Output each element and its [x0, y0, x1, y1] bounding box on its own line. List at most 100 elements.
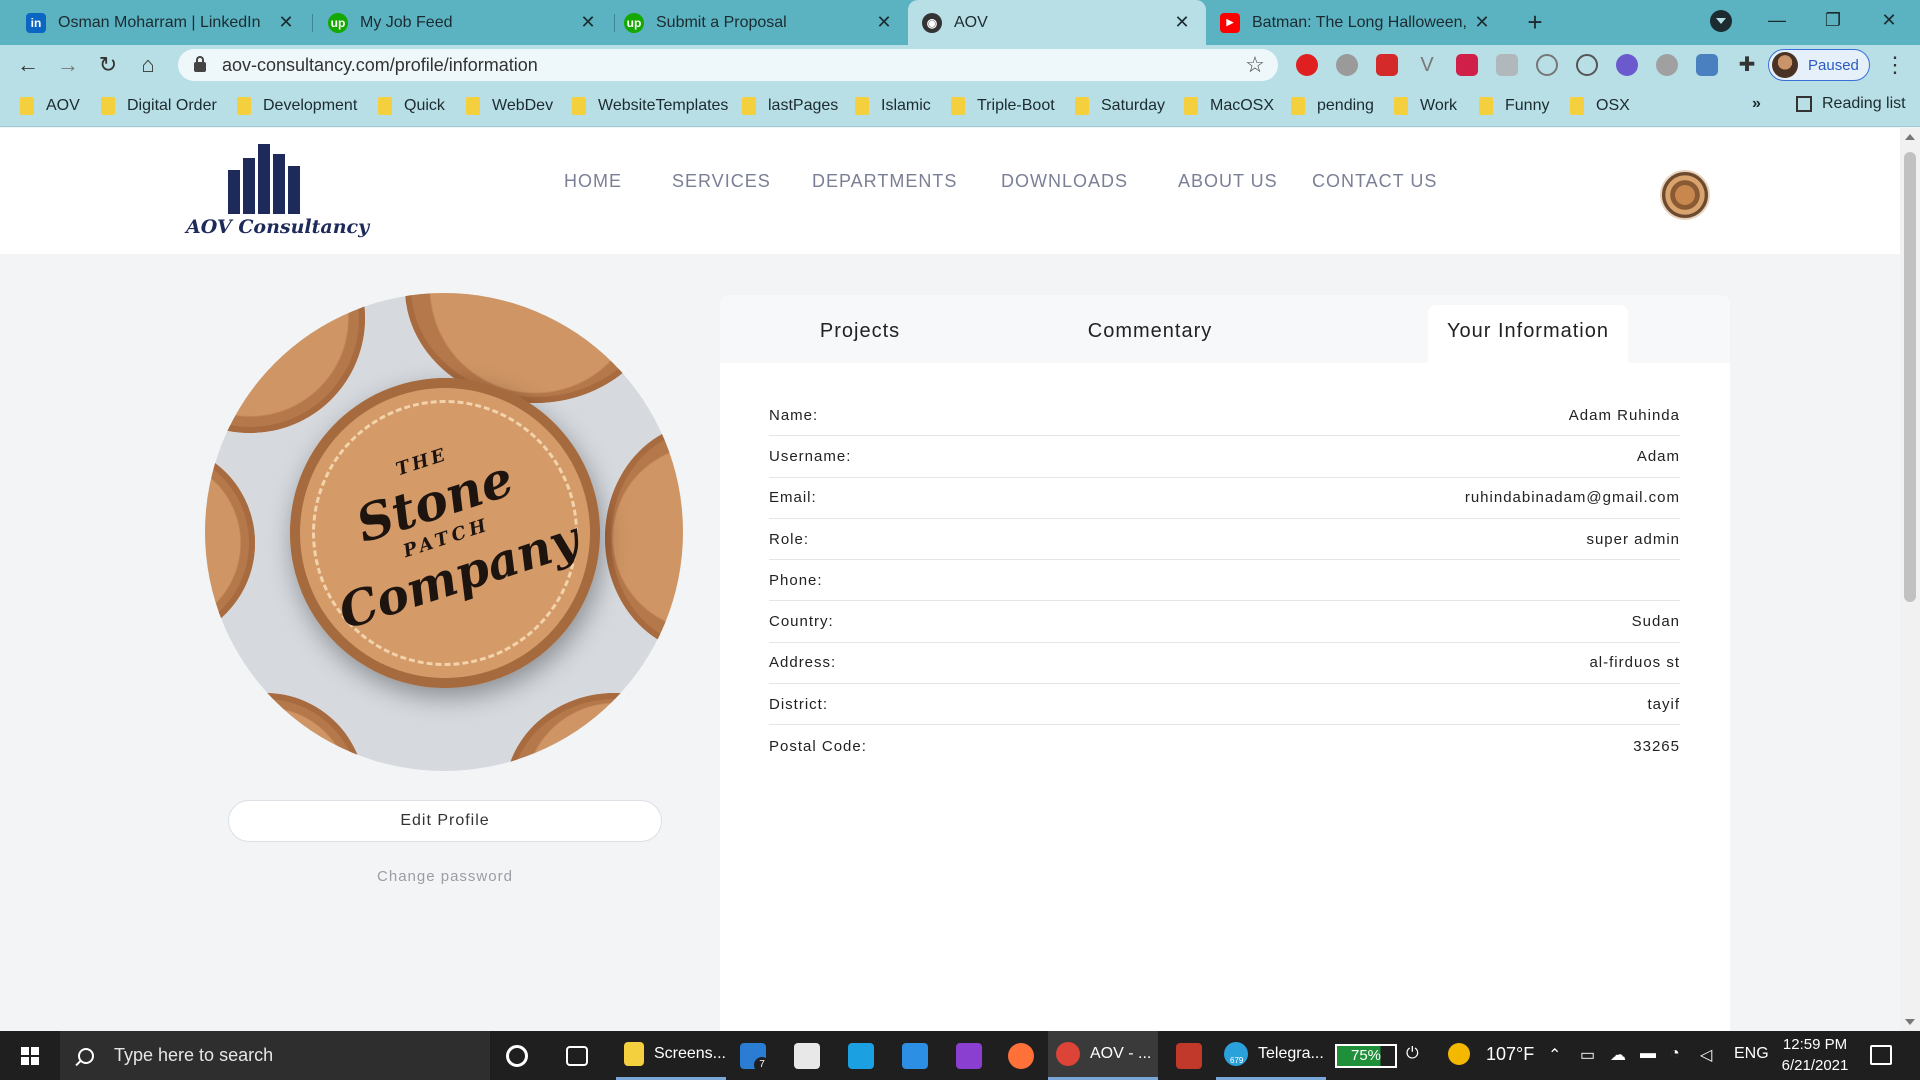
folder-icon [1570, 97, 1584, 115]
more-bookmarks-button[interactable]: » [1752, 95, 1761, 113]
start-button[interactable] [0, 1031, 60, 1080]
language-indicator[interactable]: ENG [1734, 1045, 1769, 1063]
close-icon[interactable]: ✕ [578, 12, 598, 33]
cortana-icon[interactable] [506, 1045, 528, 1067]
tab-your-information[interactable]: Your Information [1428, 305, 1628, 363]
bookmark-folder[interactable]: AOV [20, 95, 80, 117]
taskbar-app-label: Screens... [653, 1045, 726, 1062]
bookmark-folder[interactable]: Funny [1479, 95, 1549, 117]
cloud-icon[interactable]: ☁ [1610, 1045, 1626, 1065]
tab-linkedin[interactable]: in Osman Moharram | LinkedIn ✕ [12, 0, 310, 45]
restore-button[interactable]: ❐ [1810, 0, 1856, 40]
tab-search-icon[interactable] [1710, 10, 1732, 32]
bookmark-folder[interactable]: Islamic [855, 95, 931, 117]
tab-projects[interactable]: Projects [780, 305, 940, 363]
globe-extension-icon[interactable] [1656, 54, 1678, 76]
close-icon[interactable]: ✕ [1472, 12, 1492, 33]
bookmark-folder[interactable]: OSX [1570, 95, 1630, 117]
scroll-down-icon[interactable] [1905, 1019, 1915, 1025]
bookmark-folder[interactable]: Development [237, 95, 357, 117]
weather-widget[interactable]: 107°F [1448, 1043, 1534, 1065]
v-extension-icon[interactable]: V [1416, 54, 1438, 76]
bookmark-folder[interactable]: WebsiteTemplates [572, 95, 728, 117]
info-row-address: Address: al-firduos st [769, 643, 1680, 685]
page-scrollbar[interactable] [1900, 128, 1920, 1031]
nav-downloads[interactable]: DOWNLOADS [1001, 171, 1128, 192]
store-icon[interactable] [794, 1043, 820, 1069]
change-password-link[interactable]: Change password [228, 868, 662, 885]
forward-button[interactable]: → [54, 51, 82, 79]
eye-extension-icon[interactable] [1616, 54, 1638, 76]
vscode-icon[interactable] [902, 1043, 928, 1069]
gear-extension-icon[interactable] [1336, 54, 1358, 76]
phpstorm-icon[interactable] [956, 1043, 982, 1069]
temperature: 107°F [1486, 1043, 1535, 1064]
notification-icon[interactable] [1870, 1045, 1892, 1065]
tab-my-job-feed[interactable]: up My Job Feed ✕ [314, 0, 612, 45]
url-text[interactable]: aov-consultancy.com/profile/information [222, 55, 1240, 76]
nav-home[interactable]: HOME [564, 171, 622, 192]
opera-extension-icon[interactable] [1296, 54, 1318, 76]
mail-icon[interactable]: 7 [740, 1043, 770, 1073]
taskbar-search[interactable]: Type here to search [60, 1031, 490, 1080]
nav-services[interactable]: SERVICES [672, 171, 771, 192]
close-icon[interactable]: ✕ [1172, 12, 1192, 33]
tab-aov[interactable]: ◉ AOV ✕ [908, 0, 1206, 45]
h-extension-icon[interactable] [1536, 54, 1558, 76]
close-icon[interactable]: ✕ [874, 12, 894, 33]
profile-button[interactable]: Paused [1768, 49, 1870, 81]
lock-icon[interactable] [194, 56, 206, 72]
taskbar-app-explorer[interactable]: Screens... [616, 1031, 726, 1080]
nav-contact-us[interactable]: CONTACT US [1312, 171, 1437, 192]
bookmark-folder[interactable]: WebDev [466, 95, 553, 117]
bookmark-folder[interactable]: lastPages [742, 95, 838, 117]
edit-profile-button[interactable]: Edit Profile [228, 800, 662, 842]
close-icon[interactable]: ✕ [276, 12, 296, 33]
battery-icon[interactable]: ▬ [1640, 1045, 1656, 1063]
close-window-button[interactable]: ✕ [1866, 0, 1912, 40]
scrollbar-thumb[interactable] [1904, 152, 1916, 602]
card-extension-icon[interactable] [1496, 54, 1518, 76]
browser-menu-icon[interactable]: ⋮ [1884, 53, 1906, 77]
scroll-up-icon[interactable] [1905, 134, 1915, 140]
taskbar-app-chrome[interactable]: AOV - ... [1048, 1031, 1158, 1080]
home-button[interactable]: ⌂ [134, 51, 162, 79]
chevron-up-icon[interactable]: ⌃ [1548, 1045, 1561, 1065]
bookmark-folder[interactable]: MacOSX [1184, 95, 1274, 117]
bookmark-folder[interactable]: Triple-Boot [951, 95, 1055, 117]
bookmark-folder[interactable]: Work [1394, 95, 1457, 117]
reading-list-button[interactable]: Reading list [1796, 95, 1906, 113]
taskbar-app-telegram[interactable]: 679 Telegra... [1216, 1031, 1326, 1080]
minimize-button[interactable]: — [1754, 0, 1800, 40]
battery-indicator[interactable]: 75% [1335, 1044, 1397, 1068]
new-tab-button[interactable]: + [1520, 8, 1550, 38]
field-value: tayif [1647, 695, 1680, 713]
tab-submit-proposal[interactable]: up Submit a Proposal ✕ [610, 0, 908, 45]
bookmark-folder[interactable]: Saturday [1075, 95, 1165, 117]
popcorn-icon[interactable] [1176, 1043, 1202, 1069]
tab-batman[interactable]: ▶ Batman: The Long Halloween, Pa ✕ [1206, 0, 1506, 45]
video-extension-icon[interactable] [1456, 54, 1478, 76]
volume-icon[interactable]: ◁ [1700, 1045, 1712, 1065]
back-button[interactable]: ← [14, 51, 42, 79]
tab-commentary[interactable]: Commentary [1050, 305, 1250, 363]
wifi-icon[interactable]: ◔ [1670, 1045, 1680, 1063]
address-bar[interactable]: aov-consultancy.com/profile/information … [178, 49, 1278, 81]
reload-button[interactable]: ↻ [94, 51, 122, 79]
red-extension-icon[interactable] [1376, 54, 1398, 76]
user-avatar[interactable] [1660, 170, 1710, 220]
pen-extension-icon[interactable] [1696, 54, 1718, 76]
device-icon[interactable]: ▭ [1580, 1045, 1595, 1065]
l-app-icon[interactable] [848, 1043, 874, 1069]
block-extension-icon[interactable] [1576, 54, 1598, 76]
bookmark-star-icon[interactable]: ☆ [1240, 52, 1270, 78]
nav-departments[interactable]: DEPARTMENTS [812, 171, 957, 192]
puzzle-icon[interactable]: ✚ [1736, 54, 1758, 76]
bookmark-folder[interactable]: Digital Order [101, 95, 217, 117]
bookmark-folder[interactable]: pending [1291, 95, 1374, 117]
nav-about-us[interactable]: ABOUT US [1178, 171, 1278, 192]
firefox-icon[interactable] [1008, 1043, 1034, 1069]
clock[interactable]: 12:59 PM 6/21/2021 [1770, 1034, 1860, 1076]
bookmark-folder[interactable]: Quick [378, 95, 445, 117]
task-view-icon[interactable] [566, 1046, 588, 1066]
